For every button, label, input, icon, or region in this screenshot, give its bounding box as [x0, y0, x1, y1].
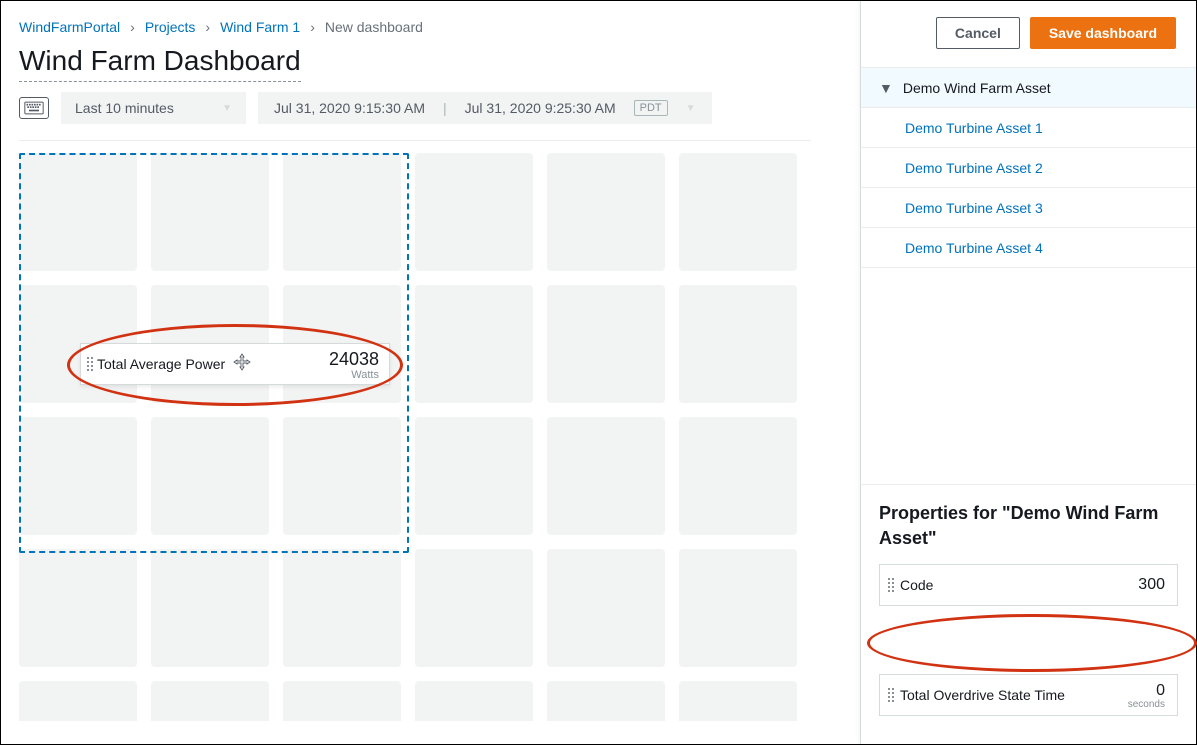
asset-tree-item[interactable]: Demo Turbine Asset 3: [861, 188, 1196, 228]
breadcrumb-current: New dashboard: [325, 19, 423, 35]
breadcrumb-link-portal[interactable]: WindFarmPortal: [19, 19, 120, 35]
asset-tree-root[interactable]: ▼ Demo Wind Farm Asset: [861, 68, 1196, 108]
drag-handle-icon: [888, 688, 890, 702]
asset-tree-root-label: Demo Wind Farm Asset: [903, 80, 1051, 96]
widget-unit: Watts: [329, 370, 379, 380]
grid-cell[interactable]: [679, 681, 797, 721]
timezone-badge: PDT: [634, 100, 668, 116]
grid-cell[interactable]: [415, 417, 533, 535]
drag-handle-icon: [87, 357, 89, 371]
grid-cell[interactable]: [283, 153, 401, 271]
grid-cell[interactable]: [547, 153, 665, 271]
asset-tree-empty: [861, 268, 1196, 485]
grid-cell[interactable]: [415, 549, 533, 667]
annotation-ellipse: [867, 614, 1197, 672]
grid-cell[interactable]: [19, 153, 137, 271]
keyboard-shortcuts-icon[interactable]: [19, 97, 49, 119]
grid-cell[interactable]: [415, 285, 533, 403]
chevron-right-icon: ›: [205, 19, 210, 35]
property-value: 0: [1156, 682, 1165, 699]
asset-tree-item[interactable]: Demo Turbine Asset 4: [861, 228, 1196, 268]
cancel-button[interactable]: Cancel: [936, 17, 1020, 49]
properties-panel: Properties for "Demo Wind Farm Asset" Co…: [861, 485, 1196, 744]
absolute-range-picker[interactable]: Jul 31, 2020 9:15:30 AM | Jul 31, 2020 9…: [258, 92, 712, 124]
properties-heading: Properties for "Demo Wind Farm Asset": [879, 501, 1178, 550]
grid-cell[interactable]: [283, 417, 401, 535]
range-start: Jul 31, 2020 9:15:30 AM: [274, 100, 425, 116]
grid-cell[interactable]: [679, 285, 797, 403]
range-separator: |: [443, 100, 447, 116]
property-drag-placeholder: [879, 618, 1178, 674]
caret-down-icon: ▼: [222, 103, 232, 114]
time-range-controls: Last 10 minutes ▼ Jul 31, 2020 9:15:30 A…: [19, 92, 838, 124]
grid-cell[interactable]: [679, 417, 797, 535]
property-item-code[interactable]: Code 300: [879, 564, 1178, 606]
property-name: Code: [900, 577, 933, 593]
grid-cell[interactable]: [547, 549, 665, 667]
grid-cell[interactable]: [19, 417, 137, 535]
range-end: Jul 31, 2020 9:25:30 AM: [465, 100, 616, 116]
chevron-right-icon: ›: [310, 19, 315, 35]
property-item-overdrive[interactable]: Total Overdrive State Time 0 seconds: [879, 674, 1178, 716]
drag-handle-icon: [888, 578, 890, 592]
save-dashboard-button[interactable]: Save dashboard: [1030, 17, 1176, 49]
widget-label: Total Average Power: [97, 356, 225, 372]
grid-cell[interactable]: [151, 417, 269, 535]
caret-down-icon: ▼: [686, 103, 696, 114]
property-unit: seconds: [1128, 700, 1165, 709]
grid-cell[interactable]: [679, 153, 797, 271]
relative-range-label: Last 10 minutes: [75, 100, 174, 116]
widget-value: 24038: [329, 349, 379, 369]
grid-cell[interactable]: [547, 285, 665, 403]
chevron-right-icon: ›: [130, 19, 135, 35]
panel-actions: Cancel Save dashboard: [861, 1, 1196, 67]
grid-cell[interactable]: [547, 417, 665, 535]
right-panel: Cancel Save dashboard ▼ Demo Wind Farm A…: [860, 1, 1196, 744]
asset-tree: ▼ Demo Wind Farm Asset Demo Turbine Asse…: [861, 67, 1196, 268]
grid-cell[interactable]: [415, 681, 533, 721]
collapse-triangle-icon[interactable]: ▼: [879, 80, 893, 96]
asset-tree-item[interactable]: Demo Turbine Asset 2: [861, 148, 1196, 188]
breadcrumb-link-projects[interactable]: Projects: [145, 19, 196, 35]
dragged-property-widget[interactable]: Total Average Power 24038 Watts: [80, 343, 390, 385]
breadcrumb: WindFarmPortal › Projects › Wind Farm 1 …: [19, 19, 838, 35]
property-name: Total Overdrive State Time: [900, 687, 1065, 703]
relative-range-select[interactable]: Last 10 minutes ▼: [61, 92, 246, 124]
grid-cell[interactable]: [19, 681, 137, 721]
grid-cell[interactable]: [19, 549, 137, 667]
grid-cell[interactable]: [415, 153, 533, 271]
divider: [19, 140, 811, 141]
breadcrumb-link-windfarm1[interactable]: Wind Farm 1: [220, 19, 300, 35]
grid-cell[interactable]: [679, 549, 797, 667]
asset-tree-item[interactable]: Demo Turbine Asset 1: [861, 108, 1196, 148]
grid-cell[interactable]: [283, 681, 401, 721]
grid-cell[interactable]: [151, 681, 269, 721]
move-cursor-icon: [233, 353, 251, 376]
grid-cell[interactable]: [283, 549, 401, 667]
dashboard-grid[interactable]: Total Average Power 24038 Watts: [19, 153, 838, 721]
dashboard-title-input[interactable]: Wind Farm Dashboard: [19, 45, 301, 82]
grid-cell[interactable]: [547, 681, 665, 721]
grid-cell[interactable]: [151, 549, 269, 667]
main-area: WindFarmPortal › Projects › Wind Farm 1 …: [1, 1, 860, 744]
property-value: 300: [1138, 576, 1165, 593]
grid-cell[interactable]: [151, 153, 269, 271]
